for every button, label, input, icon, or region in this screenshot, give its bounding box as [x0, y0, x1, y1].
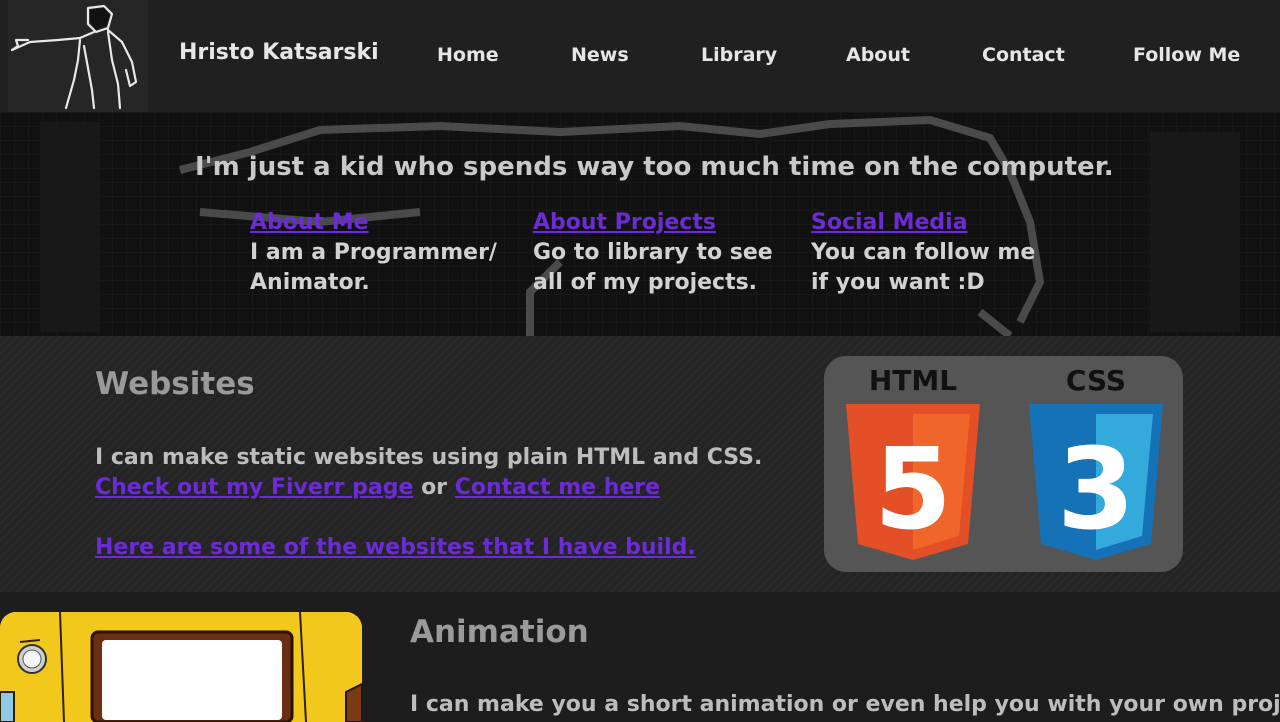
websites-description: I can make static websites using plain H…: [95, 445, 763, 470]
css-label: CSS: [1066, 364, 1126, 397]
html-css-badges: HTML 5 CSS 3: [824, 356, 1183, 572]
about-me-link[interactable]: About Me: [250, 210, 369, 235]
hero-tagline: I'm just a kid who spends way too much t…: [195, 152, 1114, 182]
about-me-text: I am a Programmer/ Animator.: [250, 240, 497, 295]
hero-column-social-media: Social Media You can follow me if you wa…: [811, 208, 1035, 298]
html5-number: 5: [874, 425, 952, 555]
animation-description: I can make you a short animation or even…: [410, 692, 1280, 717]
about-projects-text: Go to library to see all of my projects.: [533, 240, 773, 295]
site-brand[interactable]: Hristo Katsarski: [179, 40, 379, 65]
nav-about[interactable]: About: [846, 44, 910, 66]
nav-contact[interactable]: Contact: [982, 44, 1065, 66]
animation-thumbnail[interactable]: [0, 612, 362, 722]
animation-section: Animation I can make you a short animati…: [0, 592, 1280, 722]
animation-title: Animation: [410, 614, 589, 650]
websites-section: Websites I can make static websites usin…: [0, 336, 1280, 592]
css3-number: 3: [1057, 425, 1135, 555]
social-media-link[interactable]: Social Media: [811, 210, 968, 235]
stick-figure-logo-icon: [8, 0, 148, 112]
nav-library[interactable]: Library: [701, 44, 777, 66]
websites-links-line: Check out my Fiverr page or Contact me h…: [95, 473, 660, 503]
built-websites-link[interactable]: Here are some of the websites that I hav…: [95, 535, 696, 560]
contact-me-link[interactable]: Contact me here: [455, 475, 660, 500]
hero-column-about-me: About Me I am a Programmer/ Animator.: [250, 208, 497, 298]
about-projects-link[interactable]: About Projects: [533, 210, 716, 235]
hero-banner: I'm just a kid who spends way too much t…: [0, 112, 1280, 336]
built-websites-line: Here are some of the websites that I hav…: [95, 533, 696, 563]
hero-column-about-projects: About Projects Go to library to see all …: [533, 208, 773, 298]
cartoon-room-image: [0, 612, 362, 722]
html-label: HTML: [869, 364, 957, 397]
nav-home[interactable]: Home: [437, 44, 499, 66]
or-text: or: [421, 475, 448, 500]
websites-title: Websites: [95, 366, 255, 402]
site-header: Hristo Katsarski Home News Library About…: [0, 0, 1280, 112]
html-css-logos-icon: HTML 5 CSS 3: [846, 364, 1163, 560]
social-media-text: You can follow me if you want :D: [811, 240, 1036, 295]
nav-follow-me[interactable]: Follow Me: [1133, 44, 1240, 66]
logo[interactable]: [8, 0, 148, 112]
fiverr-link[interactable]: Check out my Fiverr page: [95, 475, 413, 500]
nav-news[interactable]: News: [571, 44, 629, 66]
